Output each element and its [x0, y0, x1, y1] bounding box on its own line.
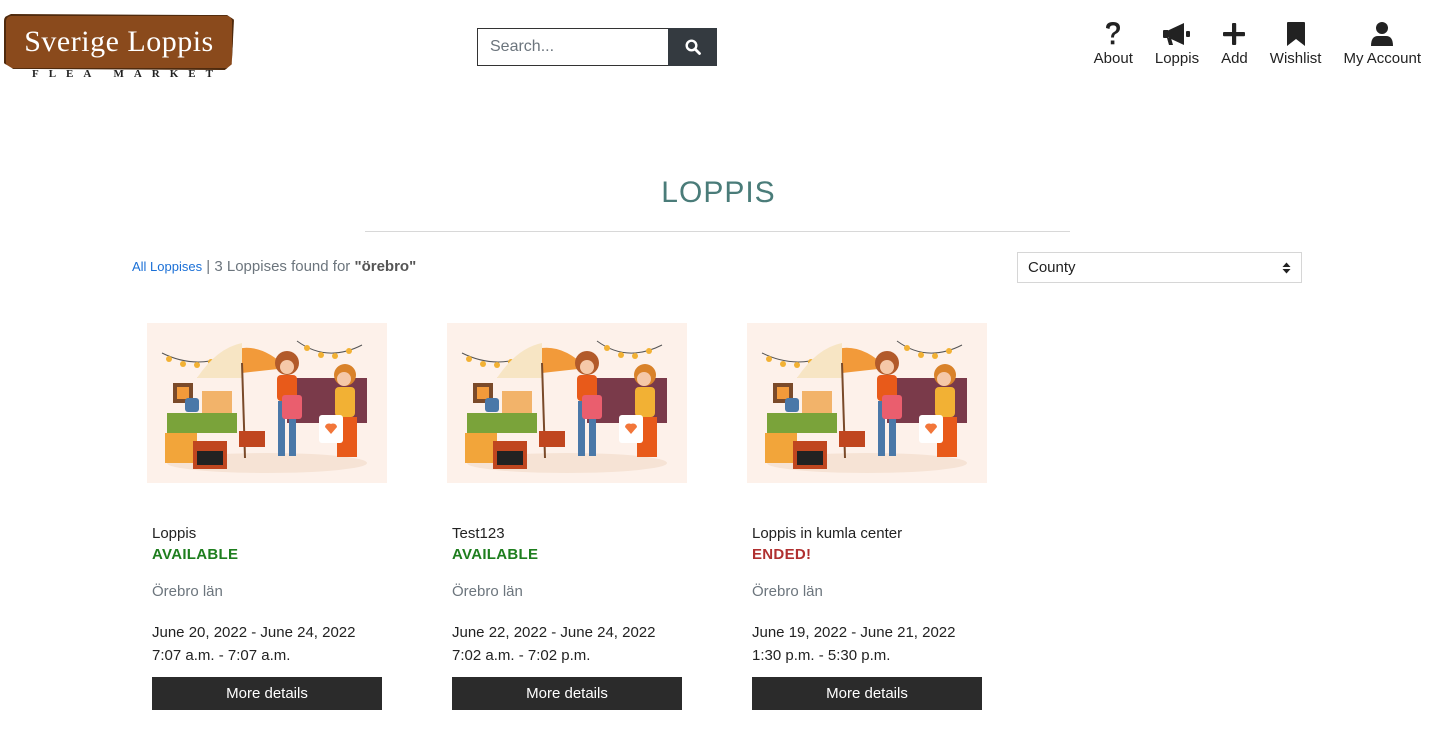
search-button[interactable] [668, 28, 717, 66]
card-times: 1:30 p.m. - 5:30 p.m. [752, 647, 891, 664]
loppis-card: Test123 AVAILABLE Örebro län June 22, 2022 … [447, 323, 687, 710]
more-details-button[interactable]: More details [152, 677, 382, 710]
status-badge: ENDED! [752, 546, 812, 563]
user-icon [1370, 20, 1394, 48]
card-dates: June 19, 2022 - June 21, 2022 [752, 624, 956, 641]
nav-about[interactable]: About [1083, 20, 1144, 67]
flea-market-illustration [747, 323, 987, 483]
card-times: 7:07 a.m. - 7:07 a.m. [152, 647, 291, 664]
main-nav: About Loppis Add Wishlist My Account [1083, 20, 1432, 67]
question-icon [1103, 20, 1123, 48]
card-name: Loppis [152, 525, 197, 542]
more-details-button[interactable]: More details [452, 677, 682, 710]
card-schedule: June 19, 2022 - June 21, 2022 1:30 p.m. -… [752, 621, 982, 667]
card-body: Loppis AVAILABLE Örebro län June 20, 2022 -… [147, 525, 387, 710]
logo-title: Sverige Loppis [24, 25, 214, 58]
card-body: Test123 AVAILABLE Örebro län June 22, 2022 … [447, 525, 687, 710]
results-count-text: 3 Loppises found for [214, 258, 351, 275]
search-icon [684, 39, 701, 55]
more-details-button[interactable]: More details [752, 677, 982, 710]
flea-market-illustration [447, 323, 687, 483]
card-county: Örebro län [752, 583, 823, 600]
flea-market-illustration [147, 323, 387, 483]
loppis-card: Loppis AVAILABLE Örebro län June 20, 2022 -… [147, 323, 387, 710]
status-badge: AVAILABLE [152, 546, 239, 563]
results-separator: | [206, 258, 211, 275]
nav-my-account-label: My Account [1343, 50, 1421, 67]
select-arrows-icon [1282, 262, 1291, 273]
nav-loppis-label: Loppis [1154, 50, 1200, 67]
county-select-value: County [1028, 259, 1076, 276]
nav-about-label: About [1093, 50, 1133, 67]
card-name: Test123 [452, 525, 505, 542]
status-badge: AVAILABLE [452, 546, 539, 563]
site-logo[interactable]: Sverige Loppis FLEA MARKET [4, 14, 234, 84]
nav-loppis[interactable]: Loppis [1144, 20, 1210, 67]
search-input[interactable] [477, 28, 668, 66]
card-dates: June 20, 2022 - June 24, 2022 [152, 624, 356, 641]
card-dates: June 22, 2022 - June 24, 2022 [452, 624, 656, 641]
all-loppises-link[interactable]: All Loppises [132, 259, 202, 274]
card-county: Örebro län [452, 583, 523, 600]
page-title: LOPPIS [661, 176, 776, 209]
nav-my-account[interactable]: My Account [1332, 20, 1432, 67]
county-select[interactable]: County [1017, 252, 1302, 283]
title-divider [365, 231, 1070, 232]
loppis-card: Loppis in kumla center ENDED! Örebro län Ju… [747, 323, 987, 710]
nav-add[interactable]: Add [1210, 20, 1259, 67]
nav-wishlist[interactable]: Wishlist [1259, 20, 1333, 67]
nav-add-label: Add [1221, 50, 1248, 67]
card-times: 7:02 a.m. - 7:02 p.m. [452, 647, 591, 664]
plus-icon [1222, 20, 1246, 48]
logo-board: Sverige Loppis [4, 14, 234, 70]
search-form [477, 28, 717, 66]
card-schedule: June 22, 2022 - June 24, 2022 7:02 a.m. -… [452, 621, 682, 667]
logo-subtitle: FLEA MARKET [32, 68, 223, 80]
megaphone-icon [1162, 20, 1192, 48]
card-name: Loppis in kumla center [752, 525, 903, 542]
nav-wishlist-label: Wishlist [1269, 50, 1322, 67]
results-query: "örebro" [354, 258, 417, 275]
card-body: Loppis in kumla center ENDED! Örebro län Ju… [747, 525, 987, 710]
results-summary: All Loppises | 3 Loppises found for "öre… [132, 258, 416, 275]
bookmark-icon [1286, 20, 1306, 48]
card-county: Örebro län [152, 583, 223, 600]
card-schedule: June 20, 2022 - June 24, 2022 7:07 a.m. -… [152, 621, 382, 667]
